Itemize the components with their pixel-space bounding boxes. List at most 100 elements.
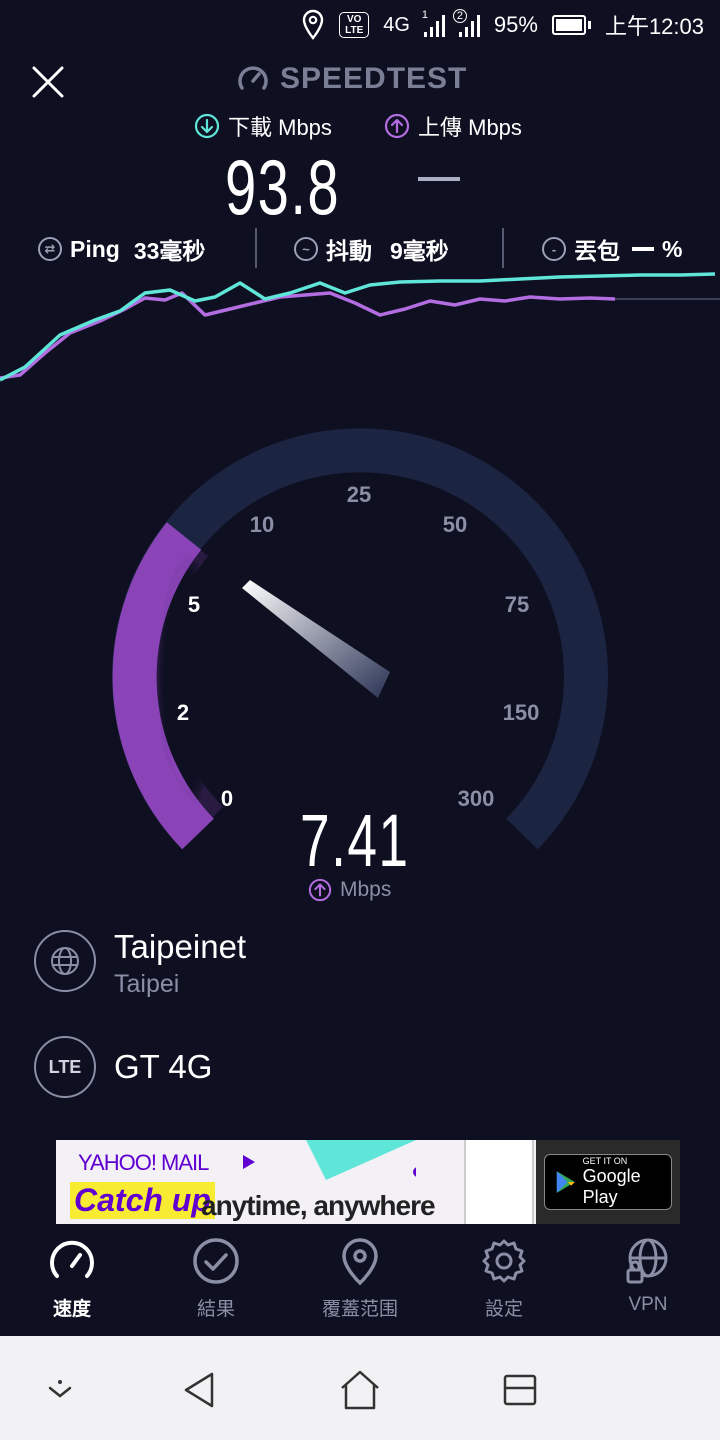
carrier-name: GT 4G [114, 1048, 213, 1085]
tab-settings[interactable]: 設定 [432, 1236, 576, 1332]
hide-nav-button[interactable] [36, 1366, 84, 1414]
recents-button[interactable] [496, 1366, 544, 1414]
battery-icon [551, 15, 591, 35]
tab-label: 覆蓋范围 [321, 1299, 398, 1320]
tab-coverage[interactable]: 覆蓋范围 [288, 1236, 432, 1332]
ad-decor-shape [306, 1140, 416, 1180]
server-location: Taipei [114, 970, 180, 998]
jitter-stat: ~ 抖動 9毫秒 [294, 232, 449, 266]
gauge-tick-150: 150 [503, 700, 540, 725]
download-value: 93.8 [225, 143, 341, 231]
gauge-needle [242, 580, 390, 698]
sim2-label: 2 [452, 9, 467, 23]
tab-results[interactable]: 結果 [144, 1236, 288, 1332]
download-label: 下載 Mbps [228, 115, 332, 140]
upload-value-pending [418, 177, 460, 181]
tab-label: 設定 [484, 1299, 523, 1320]
sim1-label: 1 [421, 9, 429, 21]
globe-icon [34, 930, 96, 992]
upload-arrow-icon [308, 878, 332, 902]
ad-banner[interactable]: YAHOO! MAIL Catch up anytime, anywhere G… [56, 1140, 680, 1224]
ad-headline: Catch up [70, 1182, 215, 1219]
tab-label: 結果 [196, 1299, 235, 1320]
upload-header: 上傳 Mbps [384, 110, 522, 142]
current-speed-unit-row: Mbps [308, 878, 391, 902]
recents-icon [503, 1374, 537, 1406]
home-button[interactable] [336, 1366, 384, 1414]
gauge-tick-300: 300 [458, 786, 495, 811]
current-speed: 7.41 [300, 798, 420, 882]
packet-loss-dash [632, 247, 654, 251]
tab-label: VPN [628, 1294, 668, 1315]
google-play-icon [556, 1171, 575, 1193]
store-small-text: GET IT ON [582, 1156, 628, 1166]
vpn-globe-lock-icon [626, 1238, 668, 1284]
speedometer-icon [50, 1240, 94, 1278]
sim2-signal-icon: 2 [452, 9, 480, 37]
gear-icon [482, 1239, 526, 1283]
stat-divider [502, 228, 504, 268]
ping-icon: ⇄ [38, 237, 62, 261]
gauge-tick-2: 2 [177, 700, 189, 725]
close-button[interactable] [28, 62, 68, 102]
server-name: Taipeinet [114, 928, 247, 965]
packet-loss-label: 丟包 [574, 238, 620, 264]
back-triangle-icon [184, 1372, 214, 1408]
ad-tagline: anytime, anywhere [201, 1190, 436, 1221]
speedometer-logo-icon [238, 66, 268, 90]
tab-label: 速度 [52, 1299, 91, 1320]
location-icon [301, 9, 325, 41]
status-bar: VO LTE 4G 1 2 95% 上午12:03 [0, 0, 720, 50]
tab-speed[interactable]: 速度 [0, 1236, 144, 1332]
current-speed-unit: Mbps [340, 878, 392, 901]
packet-loss-icon: - [542, 237, 566, 261]
gauge-tick-5: 5 [188, 592, 200, 617]
clock: 上午12:03 [604, 14, 704, 39]
battery-percent: 95% [493, 12, 538, 37]
gauge-tick-75: 75 [505, 592, 529, 617]
server-info[interactable]: Taipeinet Taipei [34, 928, 694, 998]
ad-phone-mockup [464, 1140, 534, 1224]
upload-label: 上傳 Mbps [418, 115, 522, 140]
ad-brand: YAHOO! MAIL [78, 1150, 209, 1175]
close-icon [32, 66, 64, 98]
bottom-tab-bar: 速度 結果 覆蓋范围 設定 VPN [0, 1224, 720, 1336]
upload-history-line [0, 291, 616, 380]
gauge-tick-50: 50 [443, 512, 467, 537]
download-header: 下載 Mbps [194, 110, 332, 142]
current-speed-value: 7.41 [300, 799, 410, 882]
download-history-line [0, 272, 716, 382]
stat-divider [255, 228, 257, 268]
chevron-down-icon [48, 1380, 72, 1398]
store-big-text: Google Play [582, 1166, 641, 1207]
packet-loss-value: % [662, 235, 683, 262]
system-nav-bar [0, 1336, 720, 1440]
gauge-tick-0: 0 [221, 786, 233, 811]
ad-play-triangle-icon [243, 1155, 255, 1169]
ping-value: 33毫秒 [133, 238, 206, 264]
home-icon [341, 1370, 379, 1410]
lte-badge-icon: LTE [34, 1036, 96, 1098]
google-play-badge: GET IT ON Google Play [536, 1140, 680, 1224]
gauge-tick-10: 10 [250, 512, 274, 537]
volte-label: VO LTE [339, 12, 370, 38]
upload-arrow-icon [384, 113, 410, 139]
network-info: LTE GT 4G [34, 1036, 694, 1100]
jitter-label: 抖動 [326, 238, 372, 264]
sim1-signal-icon: 1 [422, 9, 445, 37]
map-pin-icon [342, 1238, 378, 1286]
ping-label: Ping [70, 235, 120, 262]
network-type: 4G [383, 13, 410, 36]
packet-loss-stat: - 丟包 % [542, 232, 682, 266]
jitter-icon: ~ [294, 237, 318, 261]
download-arrow-icon [194, 113, 220, 139]
gauge-tick-25: 25 [347, 482, 371, 507]
speedtest-logo: SPEEDTEST [236, 62, 467, 96]
speed-history-graph [0, 272, 720, 382]
back-button[interactable] [176, 1366, 224, 1414]
brand-name: SPEEDTEST [280, 62, 468, 95]
volte-icon: VO LTE [339, 12, 370, 38]
jitter-value: 9毫秒 [390, 238, 449, 264]
gauge-track [112, 428, 608, 850]
tab-vpn[interactable]: VPN [576, 1236, 720, 1332]
